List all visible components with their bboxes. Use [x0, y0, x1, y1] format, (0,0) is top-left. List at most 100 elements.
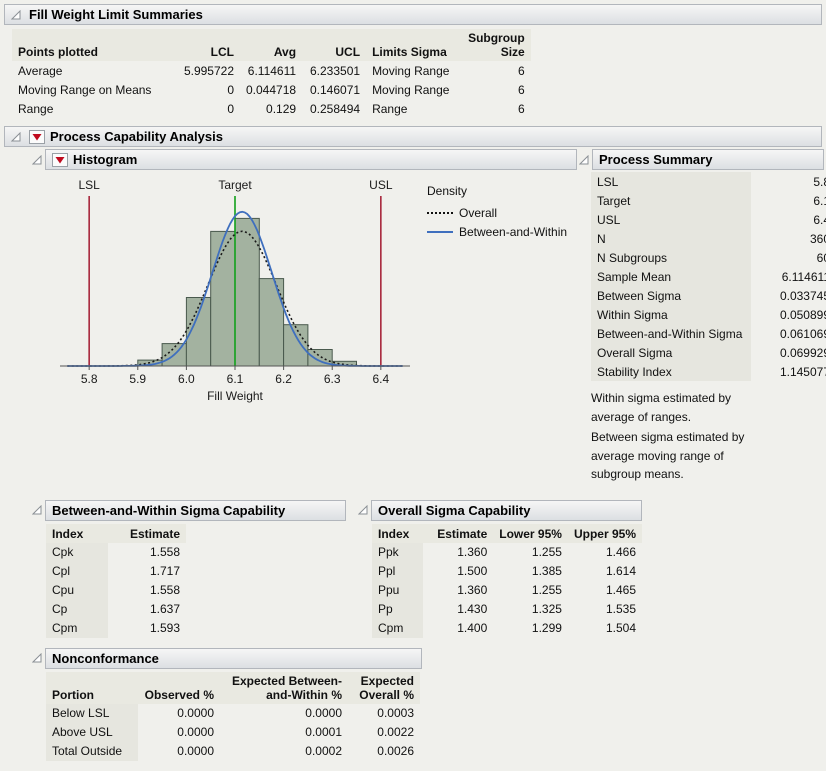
histogram-bar — [211, 231, 235, 366]
cell: LSL — [591, 172, 751, 191]
section-title: Nonconformance — [52, 651, 159, 666]
cell: Pp — [372, 600, 423, 619]
table-row: Below LSL0.00000.00000.0003 — [46, 704, 420, 723]
nonconformance-table: Portion Observed % Expected Between-and-… — [46, 672, 420, 761]
bw-capability-header-bar[interactable]: Between-and-Within Sigma Capability — [45, 500, 346, 521]
cell: 1.558 — [108, 581, 186, 600]
cell: 1.465 — [568, 581, 642, 600]
cell: 0.0001 — [220, 723, 348, 742]
nonconformance-header-bar[interactable]: Nonconformance — [45, 648, 422, 669]
table-row: N360 — [591, 229, 826, 248]
sigma-notes: Within sigma estimated by average of ran… — [591, 389, 766, 484]
x-tick-label: 5.9 — [129, 372, 146, 386]
disclosure-icon[interactable] — [32, 653, 42, 663]
legend-title: Density — [427, 184, 577, 198]
cell: Ppk — [372, 543, 423, 562]
cell: 0.0002 — [220, 742, 348, 761]
cell: Target — [591, 191, 751, 210]
ref-line-label: Target — [218, 178, 252, 192]
cell: 0 — [170, 80, 240, 99]
cell: 1.325 — [493, 600, 568, 619]
cell: 0.146071 — [302, 80, 366, 99]
table-row: Target6.1 — [591, 191, 826, 210]
table-row: Moving Range on Means 0 0.044718 0.14607… — [12, 80, 531, 99]
cell: 1.255 — [493, 581, 568, 600]
cell: 1.504 — [568, 619, 642, 638]
cell: N — [591, 229, 751, 248]
cell: 0.258494 — [302, 99, 366, 118]
cell: 1.385 — [493, 562, 568, 581]
overall-capability-table: Index Estimate Lower 95% Upper 95% Ppk1.… — [372, 524, 642, 638]
table-row: Ppk1.3601.2551.466 — [372, 543, 642, 562]
cell: 0.033745 — [751, 286, 826, 305]
dotted-line-swatch-icon — [427, 212, 453, 214]
disclosure-icon[interactable] — [358, 505, 368, 515]
cell: 0.0003 — [348, 704, 420, 723]
disclosure-icon[interactable] — [32, 155, 42, 165]
cell: 5.8 — [751, 172, 826, 191]
table-row: LSL5.8 — [591, 172, 826, 191]
ref-line-label: USL — [369, 178, 393, 192]
x-axis-title: Fill Weight — [207, 389, 263, 403]
solid-line-swatch-icon — [427, 231, 453, 233]
cell: Cpm — [46, 619, 108, 638]
cell: 6 — [462, 61, 531, 80]
table-row: Cpu1.558 — [46, 581, 186, 600]
cell: Stability Index — [591, 362, 751, 381]
column-header: Estimate — [423, 524, 494, 543]
pca-header-bar[interactable]: Process Capability Analysis — [4, 126, 822, 147]
cell: 1.614 — [568, 562, 642, 581]
cell: 0.0026 — [348, 742, 420, 761]
column-header: Index — [46, 524, 108, 543]
table-row: Pp1.4301.3251.535 — [372, 600, 642, 619]
cell: Cpk — [46, 543, 108, 562]
cell: Average — [12, 61, 170, 80]
cell: 6 — [462, 99, 531, 118]
cell: 1.637 — [108, 600, 186, 619]
limit-summaries-section: Fill Weight Limit Summaries Points plott… — [4, 4, 822, 118]
process-summary-section: Process Summary LSL5.8 Target6.1 USL6.4 … — [579, 149, 824, 486]
disclosure-icon[interactable] — [32, 505, 42, 515]
histogram-bar — [259, 279, 283, 366]
histogram-plot: LSLTargetUSL5.85.96.06.16.26.36.4Fill We… — [42, 176, 427, 410]
note-text: Within sigma estimated by average of ran… — [591, 389, 766, 426]
column-header: Limits Sigma — [366, 29, 462, 61]
overall-capability-section: Overall Sigma Capability Index Estimate … — [358, 500, 642, 638]
cell: Overall Sigma — [591, 343, 751, 362]
cell: 0.044718 — [240, 80, 302, 99]
cell: 0.061069 — [751, 324, 826, 343]
cell: 6.114611 — [751, 267, 826, 286]
legend-item-between-and-within: Between-and-Within — [427, 225, 577, 239]
disclosure-icon[interactable] — [11, 10, 21, 20]
cell: 0.0000 — [138, 723, 220, 742]
red-triangle-menu-button[interactable] — [52, 153, 68, 167]
cell: 0.050899 — [751, 305, 826, 324]
red-triangle-menu-button[interactable] — [29, 130, 45, 144]
bw-capability-table: Index Estimate Cpk1.558 Cpl1.717 Cpu1.55… — [46, 524, 186, 638]
column-header: LCL — [170, 29, 240, 61]
cell: 6.114611 — [240, 61, 302, 80]
limit-summaries-header-bar[interactable]: Fill Weight Limit Summaries — [4, 4, 822, 25]
header-row: Index Estimate Lower 95% Upper 95% — [372, 524, 642, 543]
cell: Ppl — [372, 562, 423, 581]
bw-capability-section: Between-and-Within Sigma Capability Inde… — [32, 500, 346, 638]
process-summary-header-bar[interactable]: Process Summary — [592, 149, 824, 170]
table-row: USL6.4 — [591, 210, 826, 229]
table-row: Sample Mean6.114611 — [591, 267, 826, 286]
disclosure-icon[interactable] — [11, 132, 21, 142]
table-row: Cpm1.4001.2991.504 — [372, 619, 642, 638]
cell: 1.466 — [568, 543, 642, 562]
cell: Moving Range — [366, 61, 462, 80]
table-row: Range 0 0.129 0.258494 Range 6 — [12, 99, 531, 118]
cell: Cpm — [372, 619, 423, 638]
overall-capability-header-bar[interactable]: Overall Sigma Capability — [371, 500, 642, 521]
legend-label: Overall — [459, 206, 497, 220]
section-title: Overall Sigma Capability — [378, 503, 530, 518]
disclosure-icon[interactable] — [579, 155, 589, 165]
histogram-header-bar[interactable]: Histogram — [45, 149, 577, 170]
cell: 360 — [751, 229, 826, 248]
cell: Cpl — [46, 562, 108, 581]
table-row: Within Sigma0.050899 — [591, 305, 826, 324]
column-header: Upper 95% — [568, 524, 642, 543]
cell: 6.4 — [751, 210, 826, 229]
